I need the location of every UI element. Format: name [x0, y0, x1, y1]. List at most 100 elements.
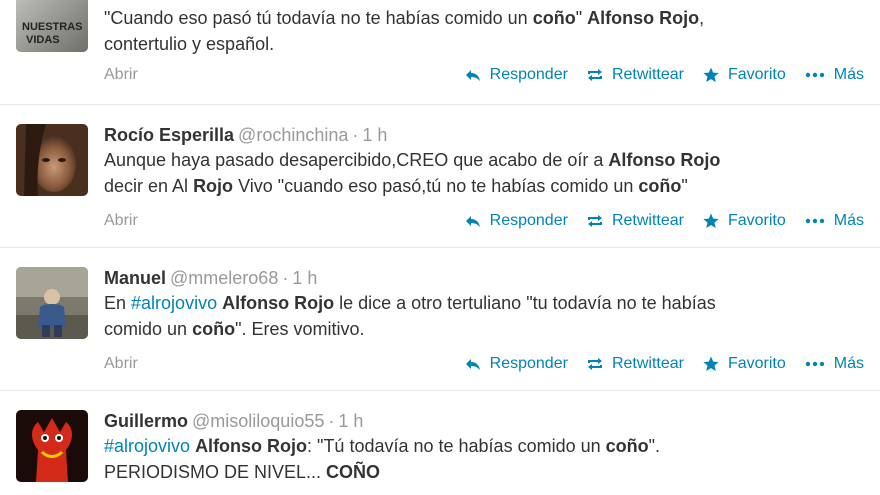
highlighted-term: COÑO [326, 462, 381, 482]
tweet-text-fragment: contertulio y español. [104, 34, 275, 54]
tweet-timestamp[interactable]: 1 h [338, 411, 363, 431]
star-icon [702, 355, 720, 373]
tweet-actions: Responder Retwittear Favorito Más [446, 209, 864, 233]
reply-button[interactable]: Responder [464, 209, 568, 233]
more-label: Más [833, 66, 864, 83]
tweet-item[interactable]: Guillermo @misoliloquio55 · 1 h #alrojovivo… [0, 390, 880, 495]
more-button[interactable]: Más [804, 209, 864, 233]
tweet-username[interactable]: @misoliloquio55 [192, 411, 324, 431]
expand-link[interactable]: Abrir [104, 352, 138, 376]
avatar[interactable] [16, 410, 88, 482]
highlighted-term: Alfonso Rojo [587, 8, 700, 28]
favorite-button[interactable]: Favorito [702, 352, 786, 376]
retweet-label: Retwittear [611, 66, 684, 83]
reply-icon [464, 66, 482, 84]
reply-label: Responder [489, 355, 568, 372]
hashtag-link[interactable]: #alrojovivo [131, 293, 217, 313]
retweet-icon [586, 355, 604, 373]
tweet-text-fragment: Aunque haya pasado desapercibido,CREO qu… [104, 150, 609, 170]
tweet-item[interactable]: Manuel @mmelero68 · 1 h En #alrojovivo Alfo… [0, 247, 880, 390]
more-dots-icon [804, 212, 826, 230]
highlighted-term: Alfonso Rojo [195, 436, 308, 456]
highlighted-term: Alfonso Rojo [222, 293, 335, 313]
star-icon [702, 66, 720, 84]
tweet-header: Manuel @mmelero68 · 1 h [104, 266, 864, 290]
favorite-label: Favorito [727, 355, 786, 372]
tweet-text-fragment: le dice a otro tertuliano "tu todavía no… [334, 293, 716, 313]
avatar[interactable] [16, 124, 88, 196]
tweet-timeline: NUESTRAS VIDAS "Cuando eso pasó tú todav… [0, 0, 880, 495]
reply-button[interactable]: Responder [464, 63, 568, 87]
more-label: Más [833, 212, 864, 229]
favorite-button[interactable]: Favorito [702, 63, 786, 87]
avatar[interactable] [16, 267, 88, 339]
retweet-button[interactable]: Retwittear [586, 352, 684, 376]
tweet-timestamp[interactable]: 1 h [362, 125, 387, 145]
tweet-item[interactable]: Rocío Esperilla @rochinchina · 1 h Aunque h… [0, 104, 880, 247]
star-icon [702, 212, 720, 230]
tweet-actions: Responder Retwittear Favorito Más [446, 63, 864, 87]
tweet-text-fragment: " [575, 8, 588, 28]
retweet-label: Retwittear [611, 355, 684, 372]
avatar-text-2: VIDAS [26, 34, 60, 46]
retweet-button[interactable]: Retwittear [586, 63, 684, 87]
separator-dot: · [352, 125, 359, 145]
more-button[interactable]: Más [804, 63, 864, 87]
retweet-button[interactable]: Retwittear [586, 209, 684, 233]
highlighted-term: coño [605, 436, 649, 456]
retweet-icon [586, 212, 604, 230]
tweet-actions: Responder Retwittear Favorito Más [446, 352, 864, 376]
reply-label: Responder [489, 212, 568, 229]
highlighted-term: coño [192, 319, 236, 339]
avatar-image [16, 410, 88, 482]
tweet-footer: Abrir Responder Retwittear Favorito Más [104, 63, 864, 87]
avatar-image [16, 124, 88, 196]
reply-label: Responder [489, 66, 568, 83]
tweet-text-fragment: " [681, 176, 688, 196]
retweet-label: Retwittear [611, 212, 684, 229]
tweet-text-fragment: PERIODISMO DE NIVEL... [104, 462, 327, 482]
tweet-timestamp[interactable]: 1 h [292, 268, 317, 288]
tweet-text: "Cuando eso pasó tú todavía no te habías… [104, 5, 864, 57]
avatar-image [16, 267, 88, 339]
tweet-text-fragment: comido un [104, 319, 193, 339]
tweet-footer: Abrir Responder Retwittear Favorito Más [104, 352, 864, 376]
tweet-text-fragment: ". [648, 436, 661, 456]
tweet-username[interactable]: @mmelero68 [170, 268, 278, 288]
highlighted-term: coño [638, 176, 682, 196]
tweet-text: Aunque haya pasado desapercibido,CREO qu… [104, 147, 864, 199]
tweet-text: En #alrojovivo Alfonso Rojo le dice a ot… [104, 290, 864, 342]
reply-icon [464, 212, 482, 230]
avatar-text-1: NUESTRAS [22, 21, 83, 33]
tweet-fullname[interactable]: Manuel [104, 268, 166, 288]
highlighted-term: Rojo [193, 176, 234, 196]
tweet-header: Rocío Esperilla @rochinchina · 1 h [104, 123, 864, 147]
retweet-icon [586, 66, 604, 84]
expand-link[interactable]: Abrir [104, 63, 138, 87]
avatar[interactable]: NUESTRAS VIDAS [16, 0, 88, 52]
reply-icon [464, 355, 482, 373]
favorite-label: Favorito [727, 212, 786, 229]
tweet-username[interactable]: @rochinchina [238, 125, 348, 145]
tweet-text-fragment: ". Eres vomitivo. [235, 319, 365, 339]
reply-button[interactable]: Responder [464, 352, 568, 376]
favorite-button[interactable]: Favorito [702, 209, 786, 233]
separator-dot: · [282, 268, 289, 288]
favorite-label: Favorito [727, 66, 786, 83]
more-dots-icon [804, 355, 826, 373]
expand-link[interactable]: Abrir [104, 209, 138, 233]
tweet-fullname[interactable]: Guillermo [104, 411, 188, 431]
tweet-text-fragment: "Cuando eso pasó tú todavía no te habías… [104, 8, 533, 28]
separator-dot: · [328, 411, 335, 431]
tweet-text-fragment: En [104, 293, 132, 313]
tweet-text-fragment: , [699, 8, 705, 28]
tweet-text-fragment: decir en Al [104, 176, 194, 196]
tweet-text-fragment: : "Tú todavía no te habías comido un [307, 436, 606, 456]
highlighted-term: coño [532, 8, 576, 28]
tweet-item[interactable]: NUESTRAS VIDAS "Cuando eso pasó tú todav… [0, 0, 880, 104]
more-button[interactable]: Más [804, 352, 864, 376]
highlighted-term: Alfonso Rojo [608, 150, 721, 170]
hashtag-link[interactable]: #alrojovivo [104, 436, 190, 456]
tweet-footer: Abrir Responder Retwittear Favorito Más [104, 209, 864, 233]
tweet-fullname[interactable]: Rocío Esperilla [104, 125, 234, 145]
